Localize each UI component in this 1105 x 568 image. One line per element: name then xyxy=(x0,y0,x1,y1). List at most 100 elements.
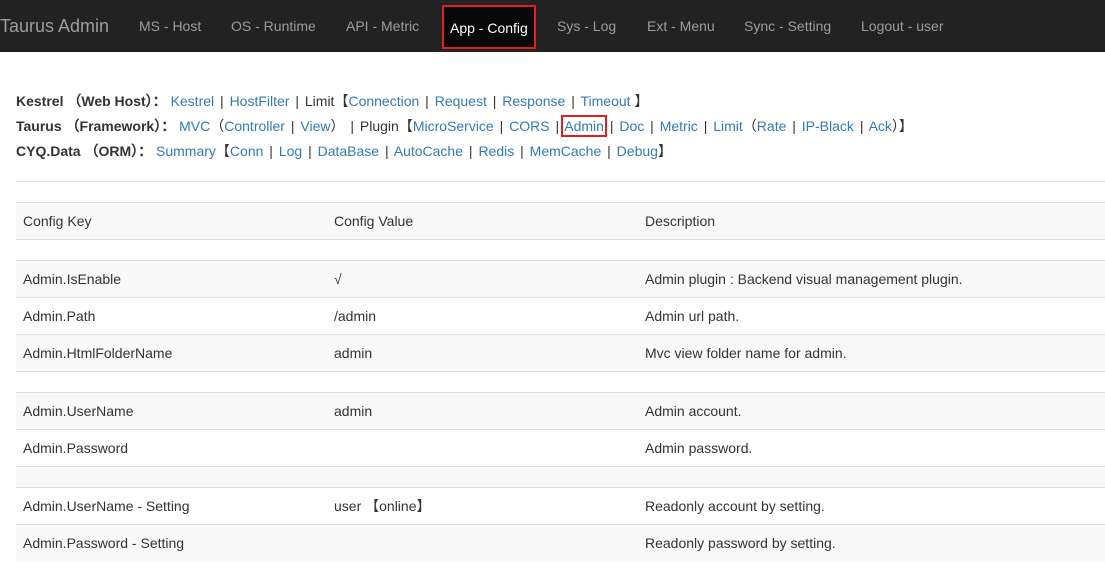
header-config-key: Config Key xyxy=(16,202,327,240)
table-row: Admin.Password - Setting Readonly passwo… xyxy=(16,524,1105,561)
link-cors[interactable]: CORS xyxy=(509,118,549,134)
link-mvc[interactable]: MVC xyxy=(179,118,210,134)
nav-os-runtime[interactable]: OS - Runtime xyxy=(231,0,316,52)
link-metric[interactable]: Metric xyxy=(660,118,698,134)
group-spacer xyxy=(16,466,1105,488)
divider xyxy=(16,181,1105,182)
config-key: Admin.UserName - Setting xyxy=(16,487,327,525)
taurus-links: Taurus （Framework）： MVC （ Controller | Vie… xyxy=(16,115,1096,137)
bracket-close: 】 xyxy=(634,93,649,109)
separator: | xyxy=(571,93,575,109)
bracket-open: 【 xyxy=(215,143,230,159)
table-row: Admin.Path /admin Admin url path. xyxy=(16,297,1105,335)
config-description: Admin url path. xyxy=(638,297,1105,335)
config-value xyxy=(327,429,638,467)
table-header-row: Config Key Config Value Description xyxy=(16,202,1105,240)
config-value: user 【online】 xyxy=(327,487,638,525)
link-kestrel[interactable]: Kestrel xyxy=(171,93,215,109)
separator: | xyxy=(792,118,796,134)
table-row: Admin.UserName - Setting user 【online】 R… xyxy=(16,487,1105,525)
config-value xyxy=(327,524,638,561)
label-plugin: Plugin xyxy=(359,118,399,134)
config-key: Admin.IsEnable xyxy=(16,260,327,298)
separator: | xyxy=(220,93,224,109)
separator: | xyxy=(859,118,864,134)
config-value: admin xyxy=(327,334,638,372)
kestrel-title: Kestrel （Web Host）： xyxy=(16,93,167,109)
link-microservice[interactable]: MicroService xyxy=(413,118,494,134)
link-rate[interactable]: Rate xyxy=(757,118,787,134)
link-conn[interactable]: Conn xyxy=(230,143,263,159)
config-value: /admin xyxy=(327,297,638,335)
brand-title[interactable]: Taurus Admin xyxy=(0,0,109,52)
nav-ms-host[interactable]: MS - Host xyxy=(139,0,201,52)
separator: | xyxy=(269,143,273,159)
link-admin[interactable]: Admin xyxy=(561,115,607,137)
link-request[interactable]: Request xyxy=(435,93,487,109)
link-connection[interactable]: Connection xyxy=(348,93,419,109)
cyq-links: CYQ.Data （ORM）： Summary【Conn | Log | Dat… xyxy=(16,140,1096,162)
nav-ext-menu[interactable]: Ext - Menu xyxy=(647,0,715,52)
link-view[interactable]: View xyxy=(300,118,330,134)
config-description: Admin plugin : Backend visual management… xyxy=(638,260,1105,298)
separator: | xyxy=(499,118,504,134)
kestrel-links: Kestrel （Web Host）： Kestrel | HostFilter… xyxy=(16,90,1096,112)
bracket-close: 】 xyxy=(898,118,913,134)
group-spacer xyxy=(16,371,1105,393)
config-description: Mvc view folder name for admin. xyxy=(638,334,1105,372)
bracket-open: 【 xyxy=(398,118,413,134)
link-hostfilter[interactable]: HostFilter xyxy=(230,93,290,109)
separator: | xyxy=(555,118,560,134)
paren-close: ） xyxy=(330,118,345,134)
nav-sys-log[interactable]: Sys - Log xyxy=(557,0,616,52)
nav-logout[interactable]: Logout - user xyxy=(861,0,944,52)
link-summary[interactable]: Summary xyxy=(156,143,216,159)
taurus-title: Taurus （Framework）： xyxy=(16,118,176,134)
link-debug[interactable]: Debug xyxy=(617,143,658,159)
cyq-title: CYQ.Data （ORM）： xyxy=(16,143,153,159)
link-timeout[interactable]: Timeout xyxy=(581,93,631,109)
separator: | xyxy=(520,143,524,159)
link-limit[interactable]: Limit xyxy=(713,118,743,134)
separator: | xyxy=(609,118,614,134)
table-row: Admin.UserName admin Admin account. xyxy=(16,392,1105,430)
link-memcache[interactable]: MemCache xyxy=(530,143,602,159)
nav-api-metric[interactable]: API - Metric xyxy=(346,0,419,52)
separator: | xyxy=(295,93,299,109)
separator: | xyxy=(492,93,497,109)
config-table: Config Key Config Value Description Admi… xyxy=(16,202,1105,561)
nav-app-config[interactable]: App - Config xyxy=(442,5,536,49)
separator: | xyxy=(607,143,611,159)
config-description: Admin account. xyxy=(638,392,1105,430)
label-limit: Limit xyxy=(304,93,335,109)
link-controller[interactable]: Controller xyxy=(224,118,285,134)
table-row: Admin.IsEnable √ Admin plugin : Backend … xyxy=(16,260,1105,298)
separator: | xyxy=(290,118,295,134)
link-ack[interactable]: Ack xyxy=(869,118,892,134)
separator: | xyxy=(425,93,429,109)
config-description: Admin password. xyxy=(638,429,1105,467)
config-key: Admin.Password xyxy=(16,429,327,467)
table-row: Admin.HtmlFolderName admin Mvc view fold… xyxy=(16,334,1105,372)
link-database[interactable]: DataBase xyxy=(318,143,379,159)
link-log[interactable]: Log xyxy=(279,143,302,159)
config-key: Admin.HtmlFolderName xyxy=(16,334,327,372)
config-value: admin xyxy=(327,392,638,430)
bracket-open: 【 xyxy=(334,93,349,109)
table-row: Admin.Password Admin password. xyxy=(16,429,1105,467)
separator: | xyxy=(468,143,473,159)
config-key: Admin.Path xyxy=(16,297,327,335)
link-ip-black[interactable]: IP-Black xyxy=(802,118,854,134)
link-autocache[interactable]: AutoCache xyxy=(394,143,463,159)
separator: | xyxy=(650,118,654,134)
paren-open: （ xyxy=(742,118,757,134)
link-redis[interactable]: Redis xyxy=(478,143,514,159)
separator: | xyxy=(308,143,312,159)
separator: | xyxy=(350,118,354,134)
link-response[interactable]: Response xyxy=(502,93,565,109)
nav-sync-setting[interactable]: Sync - Setting xyxy=(744,0,831,52)
link-doc[interactable]: Doc xyxy=(619,118,644,134)
header-description: Description xyxy=(638,202,1105,240)
top-navbar: Taurus Admin MS - Host OS - Runtime API … xyxy=(0,0,1105,52)
config-key: Admin.Password - Setting xyxy=(16,524,327,561)
